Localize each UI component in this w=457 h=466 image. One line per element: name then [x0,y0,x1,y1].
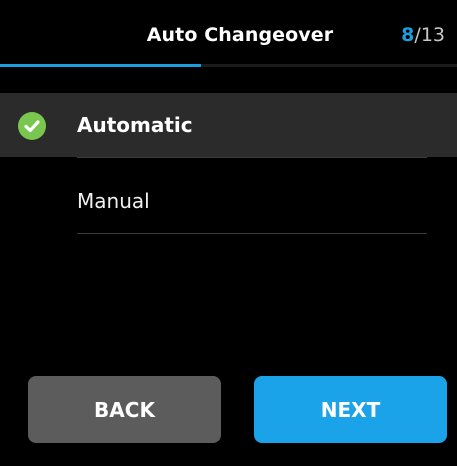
option-automatic[interactable]: Automatic [0,93,457,157]
step-current: 8 [401,24,415,46]
progress-bar [0,64,457,67]
step-counter: 8/13 [401,24,445,46]
option-label: Automatic [77,113,193,137]
back-button[interactable]: BACK [28,376,221,443]
option-label: Manual [77,189,150,213]
divider [77,157,427,158]
option-manual[interactable]: Manual [0,160,457,236]
next-button[interactable]: NEXT [254,376,447,443]
check-circle-icon [18,112,46,140]
page-title: Auto Changeover [146,24,334,46]
step-total: 13 [420,24,445,46]
progress-fill [0,64,202,67]
header: Auto Changeover 8/13 [0,0,457,68]
divider [77,233,427,234]
